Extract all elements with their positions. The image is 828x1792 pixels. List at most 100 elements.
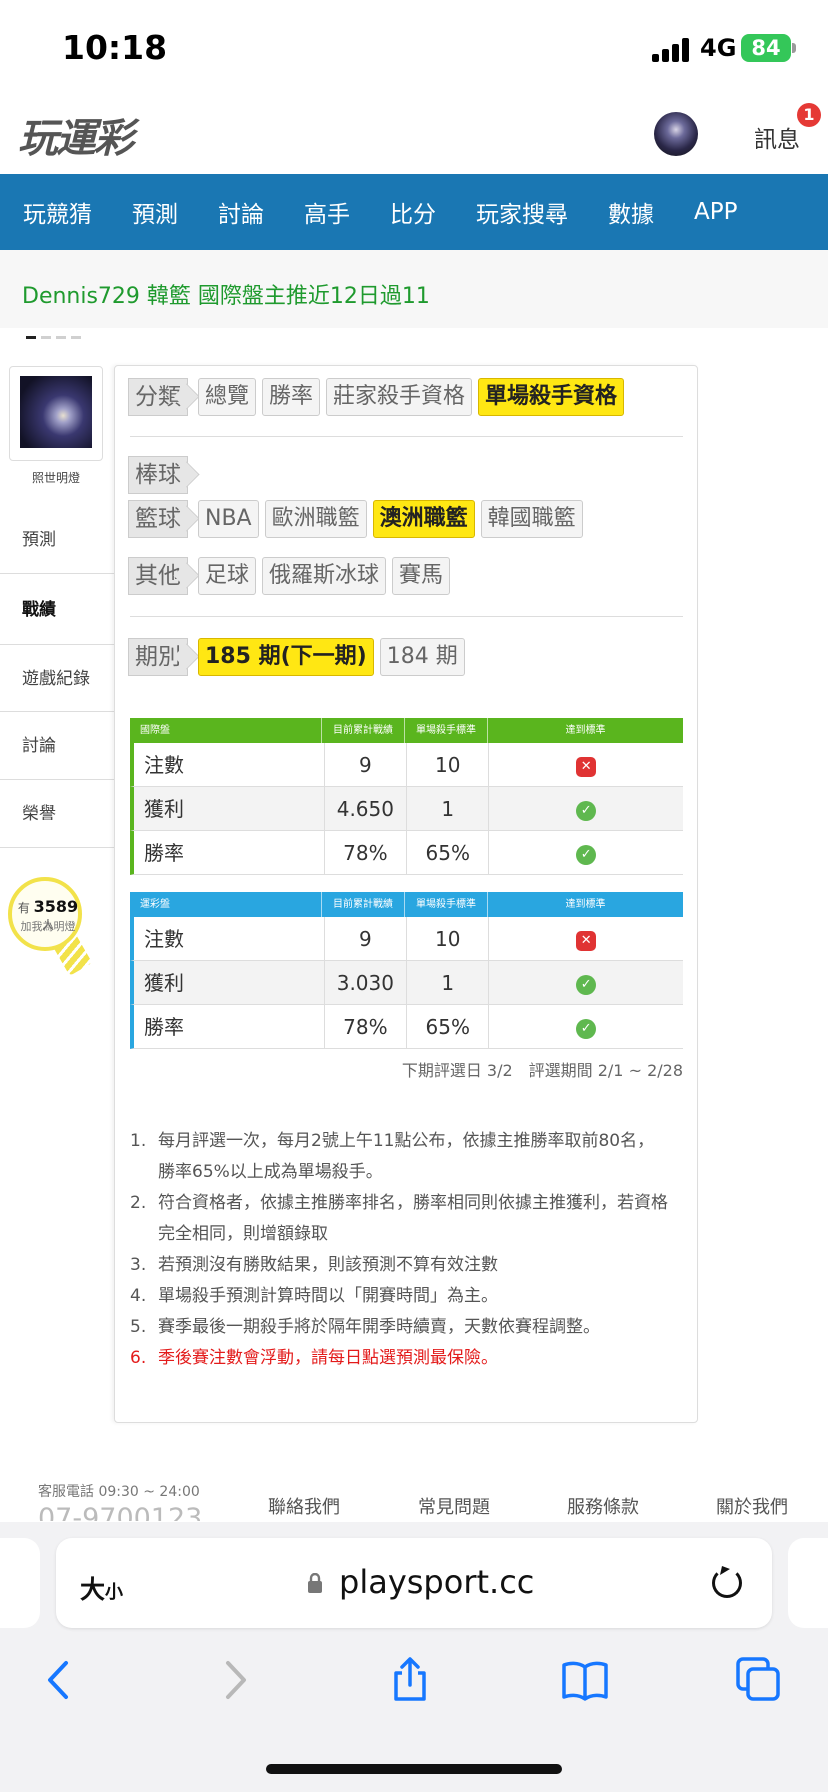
col-standard: 單場殺手標準: [405, 892, 488, 917]
sidebar-item-record[interactable]: 戰績: [0, 576, 114, 644]
tab-single-killer[interactable]: 單場殺手資格: [478, 378, 625, 416]
row-label: 注數: [134, 917, 325, 960]
rules-list: 1. 每月評選一次，每月2號上午11點公布，依據主推勝率取前80名，勝率65%以上…: [130, 1126, 670, 1374]
row-standard: 10: [407, 743, 490, 786]
row-standard: 10: [407, 917, 490, 960]
row-current: 4.650: [325, 787, 408, 830]
row-standard: 65%: [407, 831, 490, 874]
url-text[interactable]: playsport.cc: [339, 1563, 534, 1601]
footer-about-link[interactable]: 關於我們: [716, 1493, 788, 1519]
back-icon[interactable]: [34, 1655, 84, 1705]
ticker-pager[interactable]: [26, 324, 86, 343]
footer-contact-link[interactable]: 聯絡我們: [268, 1493, 340, 1519]
league-australia[interactable]: 澳洲職籃: [372, 500, 475, 538]
lock-icon: [308, 1573, 322, 1593]
row-standard: 1: [407, 961, 490, 1004]
other-label: 其他: [128, 557, 188, 595]
row-standard: 1: [407, 787, 490, 830]
text-size-button[interactable]: 大小: [80, 1570, 123, 1606]
league-horse-racing[interactable]: 賽馬: [392, 557, 451, 595]
previous-tab-pill[interactable]: [0, 1538, 40, 1628]
battery-cap: [792, 43, 796, 53]
col-met: 達到標準: [565, 725, 606, 736]
period-current[interactable]: 184 期: [379, 638, 465, 676]
nav-item-data[interactable]: 數據: [608, 195, 654, 229]
user-avatar[interactable]: [654, 112, 698, 156]
sidebar-item-honors[interactable]: 榮譽: [0, 780, 114, 848]
main-nav: 玩競猜 預測 討論 高手 比分 玩家搜尋 數據 APP: [0, 174, 828, 250]
table-row: 獲利 3.030 1 ✓: [130, 961, 683, 1005]
period-next[interactable]: 185 期(下一期): [198, 638, 374, 676]
intl-table-title: 國際盤: [130, 718, 322, 743]
tab-overview[interactable]: 總覽: [198, 378, 257, 416]
check-icon: ✓: [576, 844, 597, 865]
period-filter: 期別 185 期(下一期) 184 期: [128, 638, 471, 676]
battery-icon: 84: [741, 34, 791, 62]
col-standard: 單場殺手標準: [405, 718, 488, 743]
divider: [130, 616, 683, 617]
footer-faq-link[interactable]: 常見問題: [418, 1493, 490, 1519]
lottery-table-title: 運彩盤: [130, 892, 322, 917]
league-nba[interactable]: NBA: [198, 500, 259, 538]
service-hours: 客服電話 09:30 ~ 24:00: [38, 1484, 200, 1500]
check-icon: ✓: [576, 974, 597, 995]
follow-text[interactable]: 加我為明燈: [10, 918, 86, 934]
basketball-label: 籃球: [128, 500, 188, 538]
nav-item-app[interactable]: APP: [694, 199, 737, 225]
sidebar-item-predict[interactable]: 預測: [0, 506, 114, 574]
baseball-label[interactable]: 棒球: [128, 456, 188, 494]
list-item: 4. 單場殺手預測計算時間以「開賽時間」為主。: [130, 1286, 498, 1306]
row-label: 勝率: [134, 831, 325, 874]
table-row: 注數 9 10 ✕: [130, 917, 683, 961]
messages-badge: 1: [797, 103, 821, 127]
row-standard: 65%: [407, 1005, 490, 1048]
profile-avatar[interactable]: [20, 376, 92, 448]
fail-icon: ✕: [576, 930, 597, 951]
list-item: 3. 若預測沒有勝敗結果，則該預測不算有效注數: [130, 1255, 498, 1275]
sidebar-item-game-log[interactable]: 遊戲紀錄: [0, 644, 114, 712]
league-russian-hockey[interactable]: 俄羅斯冰球: [262, 557, 387, 595]
profile-username: 照世明燈: [31, 471, 80, 485]
list-item: 2. 符合資格者，依據主推勝率排名，勝率相同則依據主推獲利，若資格完全相同，則增額…: [130, 1193, 668, 1244]
share-icon[interactable]: [385, 1655, 435, 1705]
basketball-filter: 籃球 NBA 歐洲職籃 澳洲職籃 韓國職籃: [128, 500, 589, 538]
next-tab-pill[interactable]: [788, 1538, 828, 1628]
nav-item-player-search[interactable]: 玩家搜尋: [476, 195, 568, 229]
baseball-filter: 棒球: [128, 456, 198, 494]
footer-terms-link[interactable]: 服務條款: [567, 1493, 639, 1519]
bookmarks-icon[interactable]: [560, 1655, 610, 1705]
table-row: 注數 9 10 ✕: [130, 743, 683, 787]
nav-item-discuss[interactable]: 討論: [218, 195, 264, 229]
table-row: 獲利 4.650 1 ✓: [130, 787, 683, 831]
check-icon: ✓: [576, 1018, 597, 1039]
tabs-icon[interactable]: [734, 1655, 784, 1705]
row-label: 獲利: [134, 787, 325, 830]
nav-item-predict[interactable]: 預測: [132, 195, 178, 229]
tab-winrate[interactable]: 勝率: [262, 378, 321, 416]
league-euro[interactable]: 歐洲職籃: [264, 500, 367, 538]
fans-number: 3589: [33, 897, 79, 916]
league-soccer[interactable]: 足球: [198, 557, 257, 595]
messages-link[interactable]: 訊息: [754, 120, 800, 154]
ticker-text[interactable]: Dennis729 韓籃 國際盤主推近12日過11: [22, 278, 430, 310]
row-label: 勝率: [134, 1005, 325, 1048]
forward-icon[interactable]: [210, 1655, 260, 1705]
check-icon: ✓: [576, 800, 597, 821]
row-current: 78%: [325, 831, 408, 874]
col-met: 達到標準: [565, 899, 606, 910]
league-korea[interactable]: 韓國職籃: [480, 500, 583, 538]
tab-bookie-killer[interactable]: 莊家殺手資格: [326, 378, 473, 416]
battery-level: 84: [751, 36, 781, 60]
nav-item-scores[interactable]: 比分: [390, 195, 436, 229]
col-current: 目前累計戰績: [322, 892, 405, 917]
service-phone[interactable]: 07-9700123: [38, 1503, 202, 1521]
nav-item-experts[interactable]: 高手: [304, 195, 350, 229]
sidebar-item-discussion[interactable]: 討論: [0, 712, 114, 780]
reload-arrow: [720, 1566, 730, 1575]
site-logo[interactable]: 玩運彩: [18, 106, 134, 164]
home-indicator: [266, 1764, 562, 1774]
list-item-highlight: 6. 季後賽注數會浮動，請每日點選預測最保險。: [130, 1348, 498, 1368]
table-row: 勝率 78% 65% ✓: [130, 1005, 683, 1049]
col-current: 目前累計戰績: [322, 718, 405, 743]
nav-item-guess[interactable]: 玩競猜: [23, 195, 92, 229]
